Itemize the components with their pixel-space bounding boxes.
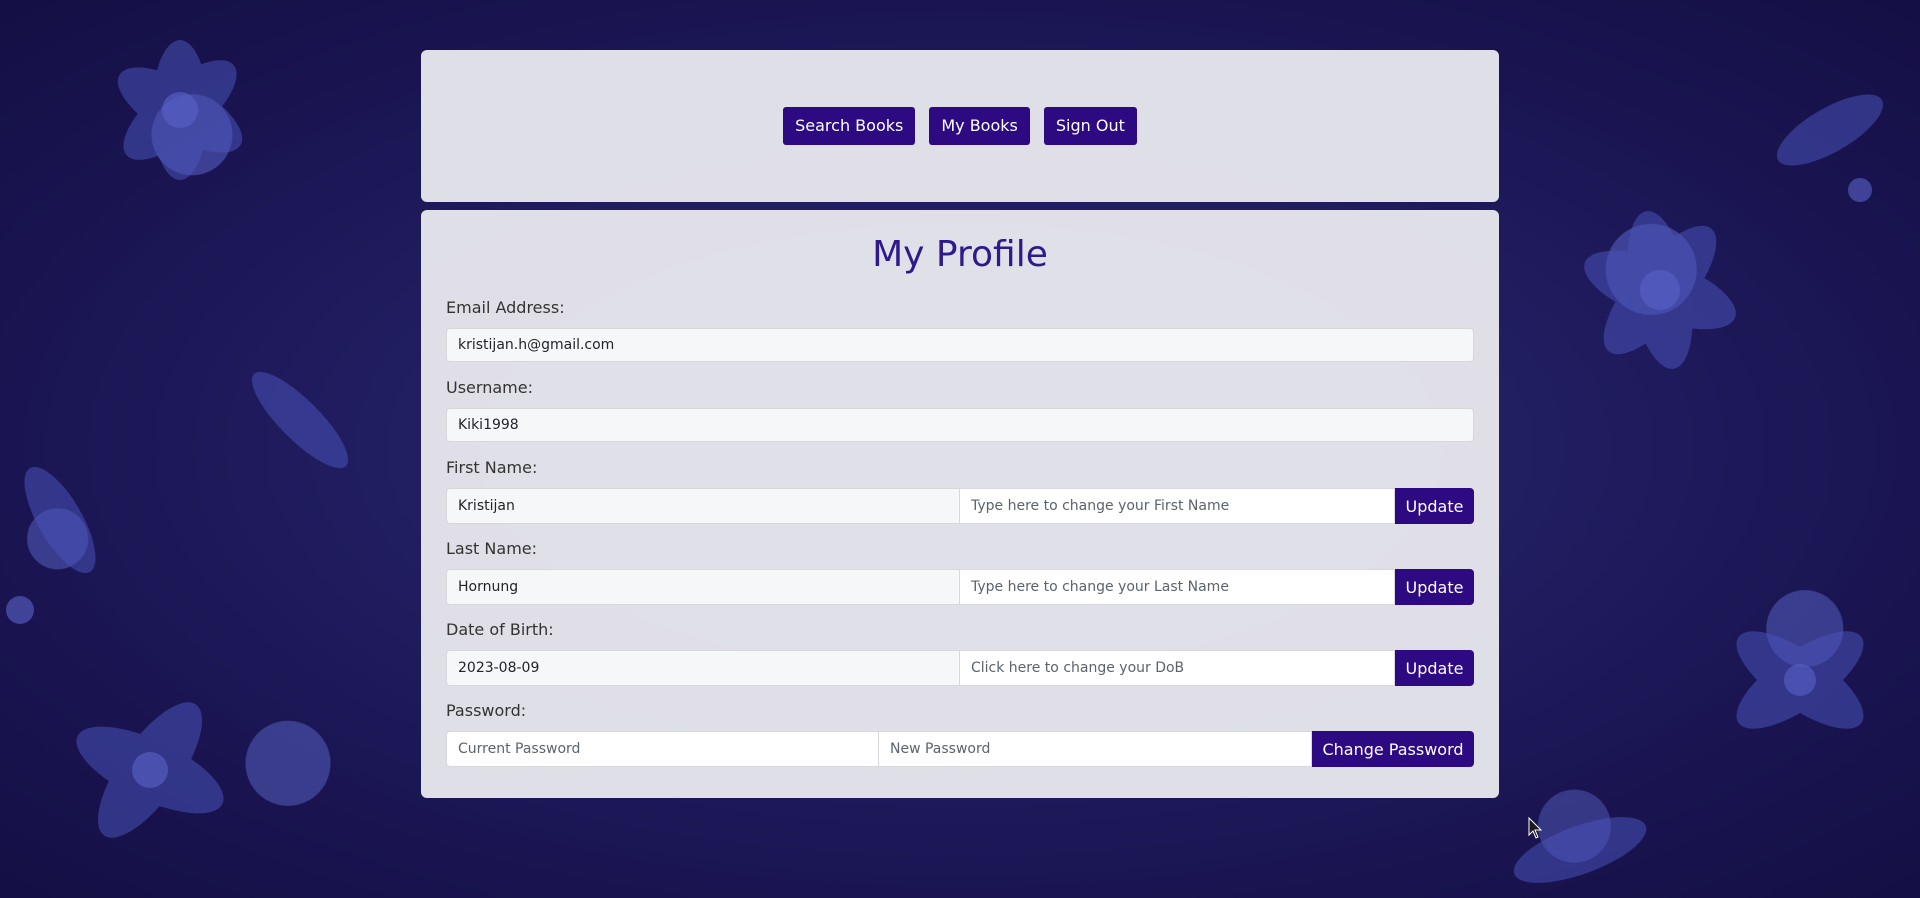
username-field: Kiki1998: [446, 408, 1474, 442]
password-label: Password:: [446, 701, 527, 720]
profile-card: My Profile Email Address: kristijan.h@gm…: [421, 210, 1499, 798]
update-dob-button[interactable]: Update: [1395, 650, 1474, 686]
first-name-group: First Name: Kristijan Type here to chang…: [446, 456, 1474, 524]
dob-input[interactable]: Click here to change your DoB: [960, 650, 1395, 686]
navigation-bar: Search Books My Books Sign Out: [421, 50, 1499, 202]
my-books-button[interactable]: My Books: [929, 107, 1030, 145]
page-title: My Profile: [872, 234, 1048, 275]
dob-current: 2023-08-09: [446, 650, 960, 686]
first-name-current: Kristijan: [446, 488, 960, 524]
email-field: kristijan.h@gmail.com: [446, 328, 1474, 362]
first-name-label: First Name:: [446, 458, 538, 477]
mouse-cursor-icon: [1528, 817, 1543, 839]
last-name-group: Last Name: Hornung Type here to change y…: [446, 537, 1474, 605]
username-label: Username:: [446, 378, 533, 397]
current-password-input[interactable]: Current Password: [446, 731, 879, 767]
change-password-button[interactable]: Change Password: [1312, 731, 1474, 767]
dob-group: Date of Birth: 2023-08-09 Click here to …: [446, 618, 1474, 686]
last-name-input[interactable]: Type here to change your Last Name: [960, 569, 1395, 605]
last-name-current: Hornung: [446, 569, 960, 605]
dob-label: Date of Birth:: [446, 620, 554, 639]
email-label: Email Address:: [446, 298, 565, 317]
username-group: Username: Kiki1998: [446, 376, 1474, 442]
sign-out-button[interactable]: Sign Out: [1043, 107, 1137, 145]
email-group: Email Address: kristijan.h@gmail.com: [446, 296, 1474, 362]
update-first-name-button[interactable]: Update: [1395, 488, 1474, 524]
password-group: Password: Current Password New Password …: [446, 699, 1474, 767]
search-books-button[interactable]: Search Books: [783, 107, 916, 145]
new-password-input[interactable]: New Password: [879, 731, 1312, 767]
last-name-label: Last Name:: [446, 539, 538, 558]
first-name-input[interactable]: Type here to change your First Name: [960, 488, 1395, 524]
update-last-name-button[interactable]: Update: [1395, 569, 1474, 605]
